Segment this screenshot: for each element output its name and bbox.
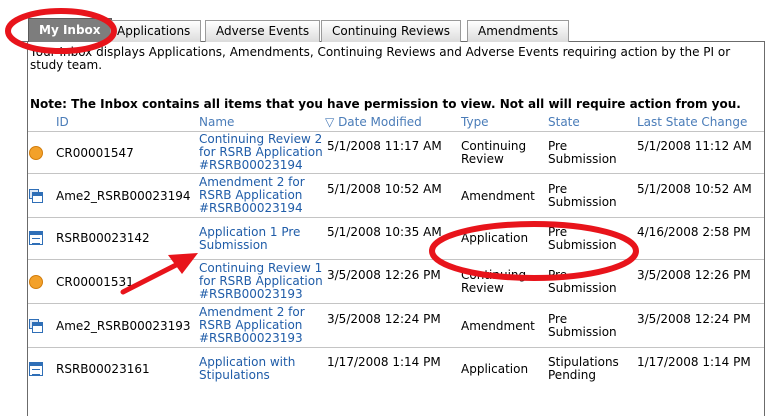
column-header-state[interactable]: State [548, 115, 580, 129]
tab-applications[interactable]: Applications [110, 20, 202, 42]
table-row[interactable]: CR00001531 Continuing Review 1 for RSRB … [28, 259, 764, 303]
row-state: Pre Submission [548, 312, 617, 339]
row-name-link[interactable]: Continuing Review 2 for RSRB Application… [199, 133, 324, 172]
table-row[interactable]: CR00001547 Continuing Review 2 for RSRB … [28, 131, 764, 173]
table-row[interactable]: RSRB00023161 Application with Stipulatio… [28, 347, 764, 389]
continuing-review-icon [29, 146, 43, 160]
row-name-link[interactable]: Application 1 Pre Submission [199, 226, 324, 252]
column-header-name[interactable]: Name [199, 115, 234, 129]
row-last-state-change: 5/1/2008 10:52 AM [637, 182, 752, 196]
row-id: Ame2_RSRB00023194 [56, 189, 191, 203]
row-date-modified: 3/5/2008 12:24 PM [327, 312, 441, 326]
row-date-modified: 5/1/2008 11:17 AM [327, 139, 442, 153]
row-type: Amendment [461, 319, 535, 333]
row-id: RSRB00023161 [56, 362, 150, 376]
row-date-modified: 5/1/2008 10:52 AM [327, 182, 442, 196]
table-row[interactable]: Ame2_RSRB00023193 Amendment 2 for RSRB A… [28, 303, 764, 347]
row-state: Pre Submission [548, 139, 617, 166]
table-header: ID Name ▽ Date Modified Type State Last … [28, 113, 764, 131]
row-date-modified: 3/5/2008 12:26 PM [327, 268, 441, 282]
column-header-id[interactable]: ID [56, 115, 69, 129]
row-type: Application [461, 231, 529, 245]
tab-my-inbox[interactable]: My Inbox [28, 18, 112, 43]
row-state: Pre Submission [548, 182, 617, 209]
row-date-modified: 1/17/2008 1:14 PM [327, 355, 441, 369]
amendment-icon [29, 189, 43, 203]
row-name-link[interactable]: Application with Stipulations [199, 356, 324, 382]
continuing-review-icon [29, 275, 43, 289]
table-row[interactable]: RSRB00023142 Application 1 Pre Submissio… [28, 217, 764, 259]
row-type: Continuing Review [461, 268, 527, 295]
row-id: RSRB00023142 [56, 231, 150, 245]
table-row[interactable]: Ame2_RSRB00023194 Amendment 2 for RSRB A… [28, 173, 764, 217]
row-last-state-change: 4/16/2008 2:58 PM [637, 225, 751, 239]
tab-continuing-reviews[interactable]: Continuing Reviews [321, 20, 462, 42]
row-last-state-change: 3/5/2008 12:24 PM [637, 312, 751, 326]
row-type: Application [461, 362, 529, 376]
row-name-link[interactable]: Amendment 2 for RSRB Application #RSRB00… [199, 306, 324, 345]
row-name-link[interactable]: Continuing Review 1 for RSRB Application… [199, 262, 324, 301]
column-header-date-modified[interactable]: ▽ Date Modified [325, 115, 422, 129]
row-type: Continuing Review [461, 139, 527, 166]
row-last-state-change: 1/17/2008 1:14 PM [637, 355, 751, 369]
row-id: CR00001531 [56, 275, 134, 289]
row-date-modified: 5/1/2008 10:35 AM [327, 225, 442, 239]
column-header-last-state-change[interactable]: Last State Change [637, 115, 747, 129]
amendment-icon [29, 319, 43, 333]
tab-adverse-events[interactable]: Adverse Events [205, 20, 321, 42]
row-id: Ame2_RSRB00023193 [56, 319, 191, 333]
application-icon [29, 362, 43, 376]
application-icon [29, 231, 43, 245]
row-state: Pre Submission [548, 268, 617, 295]
row-last-state-change: 3/5/2008 12:26 PM [637, 268, 751, 282]
inbox-note: Note: The Inbox contains all items that … [30, 97, 741, 111]
row-type: Amendment [461, 189, 535, 203]
tab-amendments[interactable]: Amendments [467, 20, 570, 42]
column-header-date-modified-label: Date Modified [338, 115, 422, 129]
row-state: Stipulations Pending [548, 355, 619, 382]
row-state: Pre Submission [548, 225, 617, 252]
inbox-panel: Your Inbox displays Applications, Amendm… [27, 42, 765, 416]
row-last-state-change: 5/1/2008 11:12 AM [637, 139, 752, 153]
column-header-type[interactable]: Type [461, 115, 489, 129]
inbox-intro-text: Your Inbox displays Applications, Amendm… [30, 45, 731, 72]
sort-descending-icon: ▽ [325, 115, 335, 129]
tab-bar: My Inbox Applications Adverse Events Con… [20, 17, 765, 43]
row-name-link[interactable]: Amendment 2 for RSRB Application #RSRB00… [199, 176, 324, 215]
row-id: CR00001547 [56, 146, 134, 160]
